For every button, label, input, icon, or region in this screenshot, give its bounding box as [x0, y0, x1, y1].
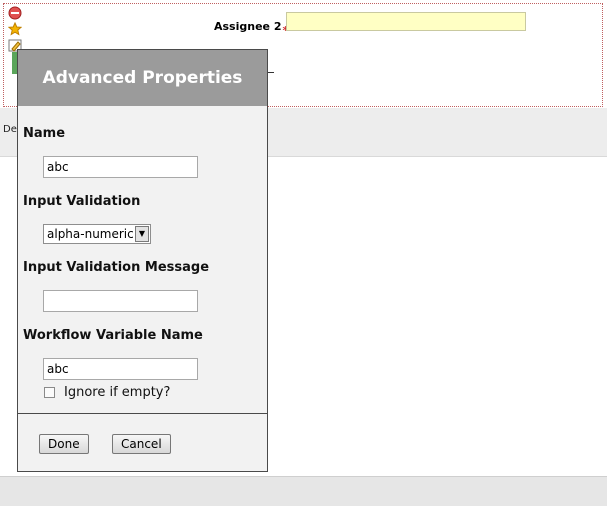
assignee-label: Assignee 2*	[214, 20, 288, 37]
cancel-button[interactable]: Cancel	[112, 434, 171, 454]
validation-message-label: Input Validation Message	[23, 260, 210, 275]
validation-message-input[interactable]	[43, 290, 198, 312]
chevron-down-icon[interactable]: ▼	[135, 226, 149, 242]
name-label: Name	[23, 126, 66, 141]
footer-bar	[0, 476, 607, 506]
workflow-variable-input[interactable]	[43, 358, 198, 380]
advanced-properties-dialog: Advanced Properties Name Input Validatio…	[17, 49, 268, 472]
workflow-variable-label: Workflow Variable Name	[23, 328, 203, 343]
name-input[interactable]	[43, 156, 198, 178]
input-validation-selected: alpha-numeric	[47, 227, 134, 241]
ignore-empty-checkbox[interactable]	[44, 387, 55, 398]
assignee-input[interactable]	[286, 12, 526, 31]
done-button[interactable]: Done	[39, 434, 89, 454]
dialog-title: Advanced Properties	[42, 68, 243, 88]
star-icon[interactable]	[8, 22, 22, 36]
field-action-icons	[8, 6, 24, 54]
ignore-empty-label: Ignore if empty?	[64, 385, 171, 400]
dialog-header: Advanced Properties	[18, 50, 267, 106]
input-validation-select[interactable]: alpha-numeric ▼	[43, 224, 151, 244]
remove-icon[interactable]	[8, 6, 22, 20]
input-validation-label: Input Validation	[23, 194, 141, 209]
dialog-footer-divider	[18, 413, 267, 414]
